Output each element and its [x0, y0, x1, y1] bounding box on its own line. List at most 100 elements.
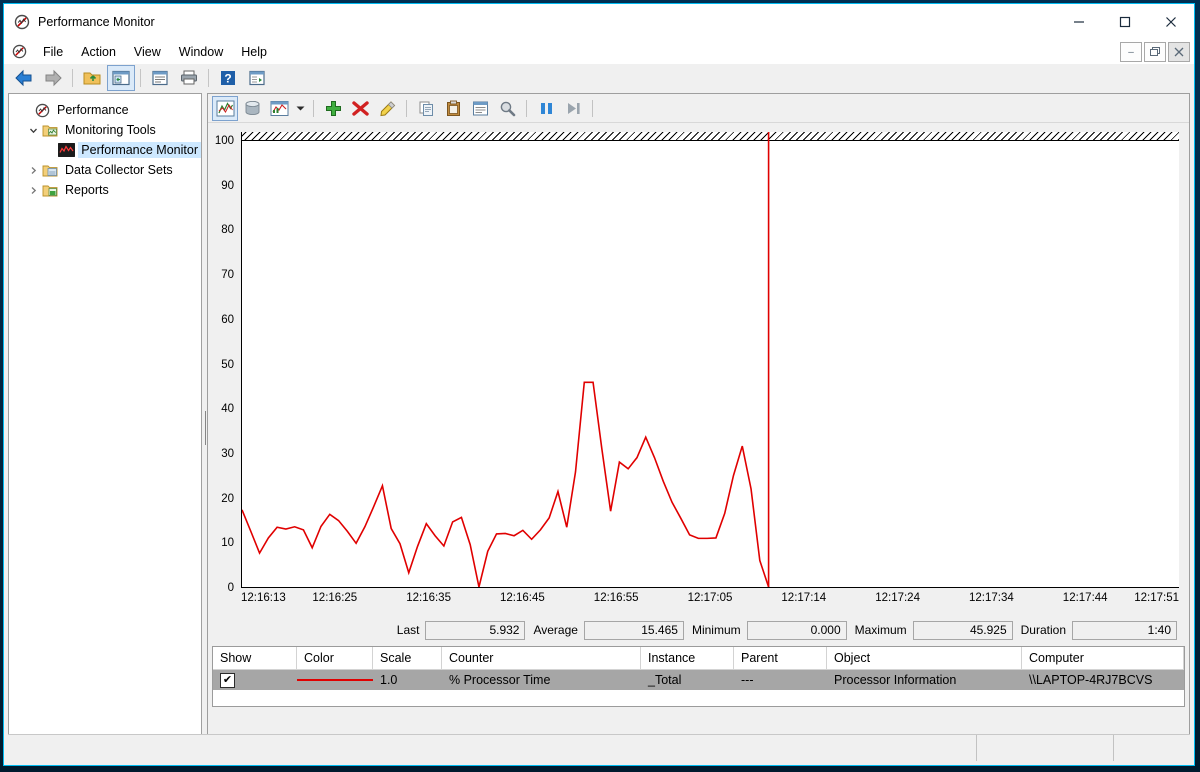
status-pane-1 [8, 735, 977, 761]
legend-computer-cell: \\LAPTOP-4RJ7BCVS [1022, 670, 1184, 690]
tree-node-label: Data Collector Sets [62, 162, 176, 178]
legend-col-instance[interactable]: Instance [641, 647, 734, 669]
export-list-button[interactable] [243, 65, 271, 91]
tree-node-label: Performance Monitor [78, 142, 201, 158]
up-one-level-button[interactable] [78, 65, 106, 91]
chevron-down-icon[interactable] [25, 126, 41, 135]
show-checkbox[interactable]: ✔ [220, 673, 235, 688]
change-graph-type-button[interactable] [266, 96, 292, 121]
y-axis-tick-label: 60 [208, 314, 234, 326]
close-button[interactable] [1148, 4, 1194, 39]
zoom-button[interactable] [494, 96, 520, 121]
menu-view[interactable]: View [125, 42, 170, 62]
x-axis-tick-label: 12:17:51 [1134, 592, 1179, 604]
menu-help[interactable]: Help [232, 42, 276, 62]
legend-col-parent[interactable]: Parent [734, 647, 827, 669]
y-axis: 1009080706050403020100 [210, 132, 238, 588]
y-axis-tick-label: 80 [208, 224, 234, 236]
tree-node-monitoring-tools[interactable]: Monitoring Tools [13, 120, 201, 140]
help-button[interactable]: ? [214, 65, 242, 91]
x-axis-tick-label: 12:16:35 [406, 592, 451, 604]
x-axis-tick-label: 12:16:25 [312, 592, 357, 604]
chevron-right-icon[interactable] [25, 166, 41, 175]
svg-text:?: ? [224, 71, 231, 85]
legend-instance-cell: _Total [641, 670, 734, 690]
console-tree: Performance Monitoring Tools [9, 94, 201, 200]
delete-counter-button[interactable] [347, 96, 373, 121]
mdi-window-controls: – [1120, 42, 1190, 62]
plot-area[interactable] [241, 132, 1179, 588]
add-counter-button[interactable] [320, 96, 346, 121]
legend-col-computer[interactable]: Computer [1022, 647, 1184, 669]
stat-label-last: Last [389, 623, 426, 637]
legend-col-scale[interactable]: Scale [373, 647, 442, 669]
legend-col-object[interactable]: Object [827, 647, 1022, 669]
paste-counter-list-button[interactable] [440, 96, 466, 121]
toolbar-separator [72, 69, 73, 87]
properties-button[interactable] [146, 65, 174, 91]
freeze-display-button[interactable] [533, 96, 559, 121]
counter-color-line [297, 679, 373, 681]
chevron-right-icon[interactable] [25, 186, 41, 195]
perfmon-small-icon [12, 44, 27, 59]
x-axis-tick-label: 12:16:45 [500, 592, 545, 604]
legend-col-color[interactable]: Color [297, 647, 373, 669]
graph-toolbar [208, 94, 1189, 123]
tree-node-performance-monitor[interactable]: Performance Monitor [13, 140, 201, 160]
legend-col-show[interactable]: Show [213, 647, 297, 669]
y-axis-tick-label: 40 [208, 403, 234, 415]
back-button[interactable] [10, 65, 38, 91]
status-pane-3 [1114, 735, 1190, 761]
legend-object-cell: Processor Information [827, 670, 1022, 690]
stat-value-average: 15.465 [584, 621, 684, 640]
show-hide-console-tree-button[interactable] [107, 65, 135, 91]
perfmon-icon [33, 103, 51, 118]
main-toolbar: ? [4, 64, 1194, 92]
window-title: Performance Monitor [38, 15, 155, 29]
menu-window[interactable]: Window [170, 42, 232, 62]
menu-file[interactable]: File [34, 42, 72, 62]
performance-monitor-pane: 1009080706050403020100 12:16:1312:16:251… [207, 93, 1190, 745]
copy-properties-button[interactable] [413, 96, 439, 121]
legend-parent-cell: --- [734, 670, 827, 690]
mdi-close-button[interactable] [1168, 42, 1190, 62]
status-bar [8, 734, 1190, 761]
statistics-bar: Last5.932Average15.465Minimum0.000Maximu… [212, 619, 1177, 641]
legend-color-swatch-cell [297, 670, 373, 690]
performance-monitor-window: Performance Monitor File Action View Win… [3, 3, 1195, 766]
maximize-button[interactable] [1102, 4, 1148, 39]
console-tree-pane: Performance Monitoring Tools [8, 93, 202, 745]
legend-col-counter[interactable]: Counter [442, 647, 641, 669]
forward-button[interactable] [39, 65, 67, 91]
view-graph-button[interactable] [212, 96, 238, 121]
x-axis: 12:16:1312:16:2512:16:3512:16:4512:16:55… [241, 592, 1179, 610]
minimize-button[interactable] [1056, 4, 1102, 39]
graph-toolbar-separator [313, 100, 314, 117]
x-axis-tick-label: 12:17:44 [1063, 592, 1108, 604]
tree-node-label: Performance [54, 102, 132, 118]
tree-node-reports[interactable]: Reports [13, 180, 201, 200]
toolbar-separator [208, 69, 209, 87]
y-axis-tick-label: 20 [208, 493, 234, 505]
graph-toolbar-separator [406, 100, 407, 117]
mdi-minimize-button[interactable]: – [1120, 42, 1142, 62]
highlight-button[interactable] [374, 96, 400, 121]
window-controls [1056, 4, 1194, 39]
tree-node-label: Reports [62, 182, 112, 198]
print-button[interactable] [175, 65, 203, 91]
properties-button[interactable] [467, 96, 493, 121]
tree-node-data-collector-sets[interactable]: Data Collector Sets [13, 160, 201, 180]
x-axis-tick-label: 12:17:14 [781, 592, 826, 604]
mdi-restore-button[interactable] [1144, 42, 1166, 62]
menu-action[interactable]: Action [72, 42, 125, 62]
graph-type-dropdown[interactable] [293, 97, 307, 120]
legend-row[interactable]: ✔ 1.0 % Processor Time _Total --- Proces… [213, 670, 1184, 690]
tree-node-performance[interactable]: Performance [13, 100, 201, 120]
title-bar[interactable]: Performance Monitor [4, 4, 1194, 39]
toolbar-separator [140, 69, 141, 87]
chart-container: 1009080706050403020100 12:16:1312:16:251… [210, 124, 1187, 709]
tree-node-label: Monitoring Tools [62, 122, 159, 138]
update-data-button[interactable] [560, 96, 586, 121]
x-axis-tick-label: 12:17:34 [969, 592, 1014, 604]
view-3d-button[interactable] [239, 96, 265, 121]
